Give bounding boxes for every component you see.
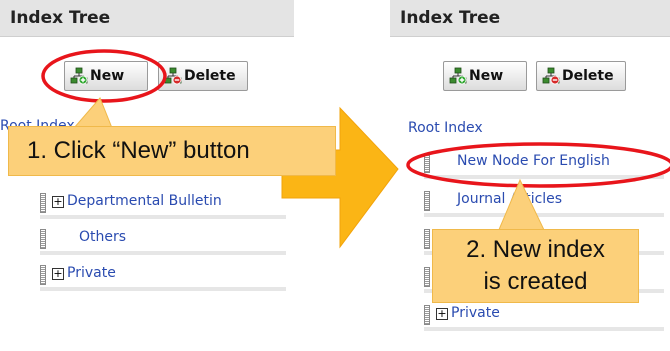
step2-callout: 2. New index is created: [432, 229, 639, 303]
step2-callout-line2: is created: [483, 268, 588, 295]
step2-callout-line1: 2. New index: [466, 236, 605, 263]
